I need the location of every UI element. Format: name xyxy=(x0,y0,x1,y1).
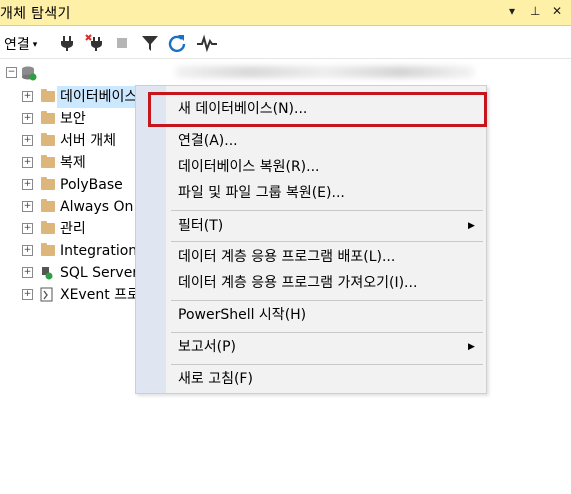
expand-icon[interactable]: + xyxy=(22,157,33,168)
menu-separator xyxy=(171,241,483,242)
expand-icon[interactable]: + xyxy=(22,245,33,256)
folder-icon xyxy=(41,177,55,190)
xevent-icon xyxy=(40,287,53,302)
connect-plug-icon[interactable] xyxy=(57,33,77,53)
menu-item[interactable]: 연결(A)... xyxy=(178,130,238,152)
folder-icon xyxy=(41,243,55,256)
menu-separator xyxy=(171,300,483,301)
menu-item[interactable]: 보고서(P) xyxy=(178,336,236,358)
expand-icon[interactable]: + xyxy=(22,223,33,234)
filter-icon[interactable] xyxy=(140,33,160,53)
pin-icon[interactable]: ⊥ xyxy=(530,4,540,18)
panel-title: 개체 탐색기 xyxy=(0,6,71,22)
expand-icon[interactable]: + xyxy=(22,267,33,278)
tree-node[interactable]: + 서버 개체 xyxy=(0,130,140,152)
folder-icon xyxy=(41,199,55,212)
menu-item[interactable]: 데이터베이스 복원(R)... xyxy=(178,156,320,178)
tree-node[interactable]: + 보안 xyxy=(0,108,140,130)
close-icon[interactable]: ✕ xyxy=(552,4,562,18)
disconnect-plug-icon[interactable] xyxy=(85,33,105,53)
tree-node-label: 보안 xyxy=(60,111,86,127)
activity-monitor-icon[interactable] xyxy=(196,33,218,53)
menu-item[interactable]: 데이터 계층 응용 프로그램 배포(L)... xyxy=(178,246,395,268)
menu-icon-gutter xyxy=(136,86,166,393)
expand-icon[interactable]: + xyxy=(22,289,33,300)
window-position-dropdown-icon[interactable]: ▾ xyxy=(509,4,515,18)
tree-node[interactable]: + 데이터베이스 xyxy=(0,86,141,108)
annotation-highlight-box xyxy=(148,92,487,127)
object-explorer-titlebar: 개체 탐색기 ▾ ⊥ ✕ xyxy=(0,0,571,26)
submenu-arrow-icon: ▶ xyxy=(468,221,475,231)
menu-separator xyxy=(171,364,483,365)
expand-icon[interactable]: + xyxy=(22,113,33,124)
expand-icon[interactable]: + xyxy=(22,179,33,190)
server-name-redacted xyxy=(175,66,475,78)
tree-node-label: 복제 xyxy=(60,155,86,171)
connect-dropdown-button[interactable]: 연결 ▾ xyxy=(4,34,37,54)
tree-node[interactable]: + 관리 xyxy=(0,218,140,240)
tree-node-label: PolyBase xyxy=(60,177,123,193)
expand-icon[interactable]: + xyxy=(22,201,33,212)
folder-icon xyxy=(41,221,55,234)
sql-agent-icon xyxy=(42,267,53,280)
refresh-icon[interactable] xyxy=(167,33,187,53)
tree-node-label: 데이터베이스 xyxy=(57,86,141,108)
chevron-down-icon: ▾ xyxy=(32,40,38,50)
menu-item[interactable]: 필터(T) xyxy=(178,215,223,237)
expand-icon[interactable]: + xyxy=(22,135,33,146)
tree-node-label: 서버 개체 xyxy=(60,133,116,149)
tree-node-label: Integration xyxy=(60,243,138,259)
tree-node[interactable]: + 복제 xyxy=(0,152,140,174)
menu-item[interactable]: 데이터 계층 응용 프로그램 가져오기(I)... xyxy=(178,272,417,294)
collapse-icon[interactable]: − xyxy=(6,67,17,78)
folder-icon xyxy=(41,89,55,102)
stop-icon[interactable] xyxy=(112,33,132,53)
tree-node-label: Always On xyxy=(60,199,134,215)
menu-item[interactable]: 파일 및 파일 그룹 복원(E)... xyxy=(178,182,345,204)
tree-node[interactable]: + PolyBase xyxy=(0,174,140,196)
tree-node-label: 관리 xyxy=(60,221,86,237)
tree-node[interactable]: + Always On xyxy=(0,196,140,218)
object-explorer-toolbar: 연결 ▾ xyxy=(0,27,571,59)
menu-item[interactable]: PowerShell 시작(H) xyxy=(178,304,306,326)
menu-separator xyxy=(171,210,483,211)
tree-node-label: SQL Server xyxy=(60,265,139,281)
expand-icon[interactable]: + xyxy=(22,91,33,102)
folder-icon xyxy=(41,111,55,124)
connect-label: 연결 xyxy=(4,37,30,53)
submenu-arrow-icon: ▶ xyxy=(468,342,475,352)
folder-icon xyxy=(41,155,55,168)
menu-item[interactable]: 새로 고침(F) xyxy=(178,368,253,390)
folder-icon xyxy=(41,133,55,146)
tree-node[interactable]: + XEvent 프로 xyxy=(0,284,140,306)
tree-node[interactable]: + SQL Server xyxy=(0,262,140,284)
tree-node[interactable]: + Integration xyxy=(0,240,140,262)
tree-node-label: XEvent 프로 xyxy=(60,287,140,303)
server-icon xyxy=(22,66,37,81)
menu-separator xyxy=(171,332,483,333)
